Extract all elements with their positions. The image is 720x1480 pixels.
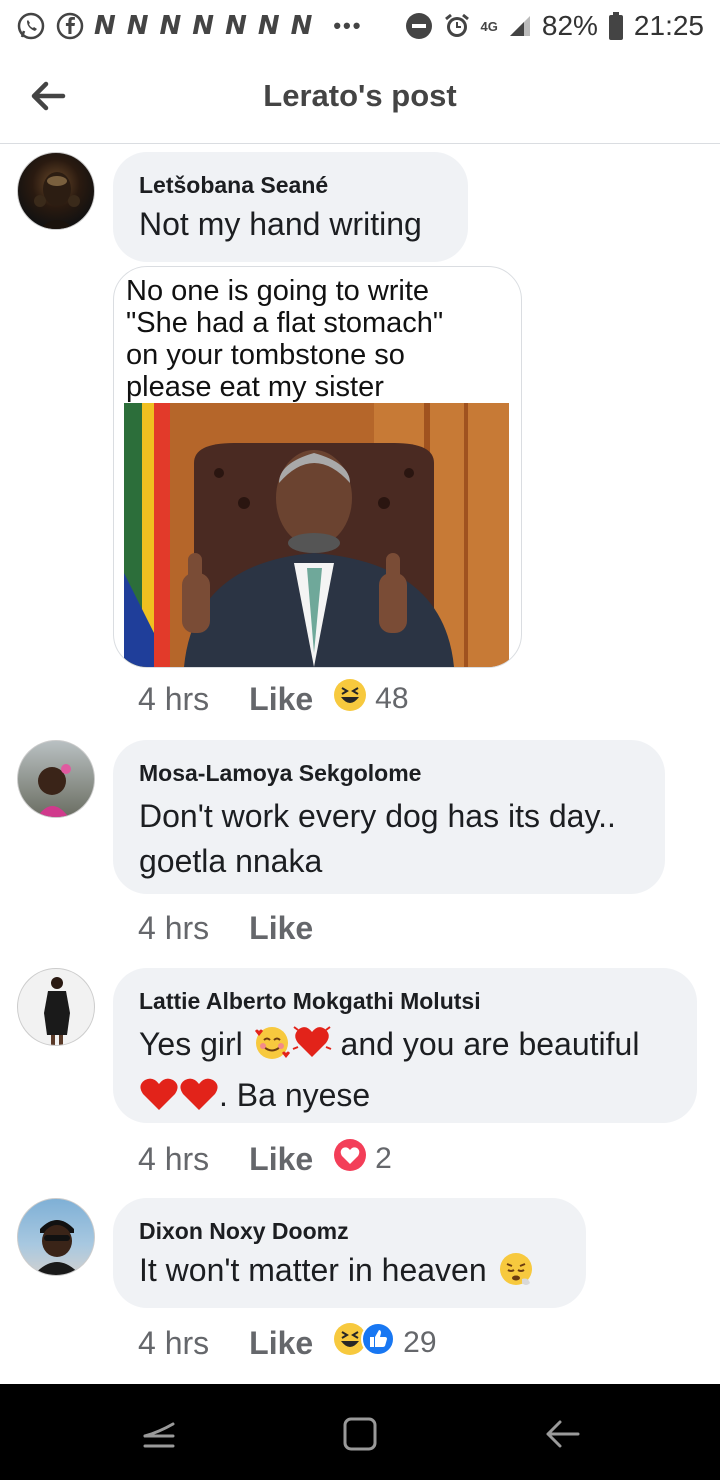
reaction-count[interactable]: 29	[403, 1326, 436, 1360]
notification-n-3: N	[159, 11, 183, 41]
like-reaction-icon[interactable]	[361, 1322, 396, 1364]
notification-n-1: N	[94, 11, 117, 41]
haha-reaction-icon[interactable]	[333, 678, 367, 720]
comment-text: Yes girl and you are beautiful . Ba nyes…	[139, 1022, 671, 1124]
post-header: Lerato's post	[0, 52, 720, 144]
comment-timestamp[interactable]: 4 hrs	[138, 1325, 209, 1362]
do-not-disturb-icon	[405, 12, 433, 40]
avatar[interactable]	[17, 740, 95, 818]
reaction-count[interactable]: 48	[375, 682, 408, 716]
notification-n-4: N	[192, 11, 216, 41]
comment-timestamp[interactable]: 4 hrs	[138, 910, 209, 947]
red-heart-emoji	[179, 1076, 219, 1124]
recent-apps-button[interactable]	[137, 1412, 181, 1456]
meme-caption: No one is going to write "She had a flat…	[126, 275, 444, 403]
avatar[interactable]	[17, 1198, 95, 1276]
comment-author[interactable]: Letšobana Seané	[139, 170, 442, 200]
comment-author[interactable]: Dixon Noxy Doomz	[139, 1216, 560, 1246]
status-right: 4G 82% 21:25	[405, 10, 704, 42]
comment-bubble[interactable]: Lattie Alberto Mokgathi Molutsi Yes girl…	[113, 968, 697, 1123]
like-button[interactable]: Like	[249, 910, 313, 947]
meme-photo	[124, 403, 509, 667]
system-nav-bar	[0, 1384, 720, 1480]
like-button[interactable]: Like	[249, 681, 313, 718]
recent-apps-icon	[143, 1422, 175, 1448]
comment-timestamp[interactable]: 4 hrs	[138, 1141, 209, 1178]
page-title: Lerato's post	[263, 78, 457, 113]
notification-n-5: N	[225, 11, 248, 41]
comment-meta: 4 hrs Like	[138, 910, 333, 947]
comment-meta: 4 hrs Like 29	[138, 1322, 437, 1364]
notification-n-6: N	[257, 11, 281, 41]
comment-meta: 4 hrs Like 48	[138, 678, 409, 720]
comment-text-part-2: and you are beautiful	[331, 1026, 640, 1062]
comment-text-line-2: goetla nnaka	[139, 843, 323, 879]
whatsapp-icon	[16, 11, 46, 41]
notification-n-7: N	[290, 11, 314, 41]
like-button[interactable]: Like	[249, 1141, 313, 1178]
comment-meme-image[interactable]: No one is going to write "She had a flat…	[113, 266, 522, 668]
face-with-steam-emoji	[496, 1249, 536, 1299]
comment-author[interactable]: Lattie Alberto Mokgathi Molutsi	[139, 986, 671, 1016]
signal-icon	[508, 14, 532, 38]
comment-text-part-1: It won't matter in heaven	[139, 1252, 496, 1288]
comment-bubble[interactable]: Mosa-Lamoya Sekgolome Don't work every d…	[113, 740, 665, 894]
avatar[interactable]	[17, 968, 95, 1046]
battery-percent: 82%	[541, 10, 598, 41]
facebook-icon	[56, 12, 84, 40]
back-icon	[546, 1420, 580, 1448]
comment-author[interactable]: Mosa-Lamoya Sekgolome	[139, 758, 639, 788]
home-button[interactable]	[338, 1412, 382, 1456]
back-nav-button[interactable]	[540, 1412, 584, 1456]
comment-text-part-3: . Ba nyese	[219, 1077, 371, 1113]
comment-text: Not my hand writing	[139, 206, 422, 242]
love-reaction-icon[interactable]	[333, 1138, 367, 1180]
home-icon	[343, 1417, 377, 1451]
alarm-icon	[443, 12, 471, 40]
network-type: 4G	[480, 18, 498, 34]
red-heart-emoji	[139, 1076, 179, 1124]
like-button[interactable]: Like	[249, 1325, 313, 1362]
notification-n-2: N	[126, 11, 150, 41]
battery-icon	[608, 11, 624, 41]
status-bar: N N N N N N N ••• 4G 82% 21:25	[0, 0, 720, 52]
smiling-face-with-hearts-emoji	[252, 1023, 292, 1073]
reaction-count[interactable]: 2	[375, 1142, 392, 1176]
comment-bubble[interactable]: Letšobana Seané Not my hand writing	[113, 152, 468, 262]
comment-meta: 4 hrs Like 2	[138, 1138, 392, 1180]
comment-bubble[interactable]: Dixon Noxy Doomz It won't matter in heav…	[113, 1198, 586, 1308]
status-left: N N N N N N N •••	[16, 11, 362, 41]
comment-timestamp[interactable]: 4 hrs	[138, 681, 209, 718]
comment-text: It won't matter in heaven	[139, 1248, 560, 1299]
avatar[interactable]	[17, 152, 95, 230]
beating-heart-emoji	[292, 1023, 332, 1073]
comment-text-line-1: Don't work every dog has its day..	[139, 798, 616, 834]
comment-text-part-1: Yes girl	[139, 1026, 252, 1062]
more-notifications-indicator: •••	[333, 13, 363, 38]
clock: 21:25	[633, 10, 704, 41]
